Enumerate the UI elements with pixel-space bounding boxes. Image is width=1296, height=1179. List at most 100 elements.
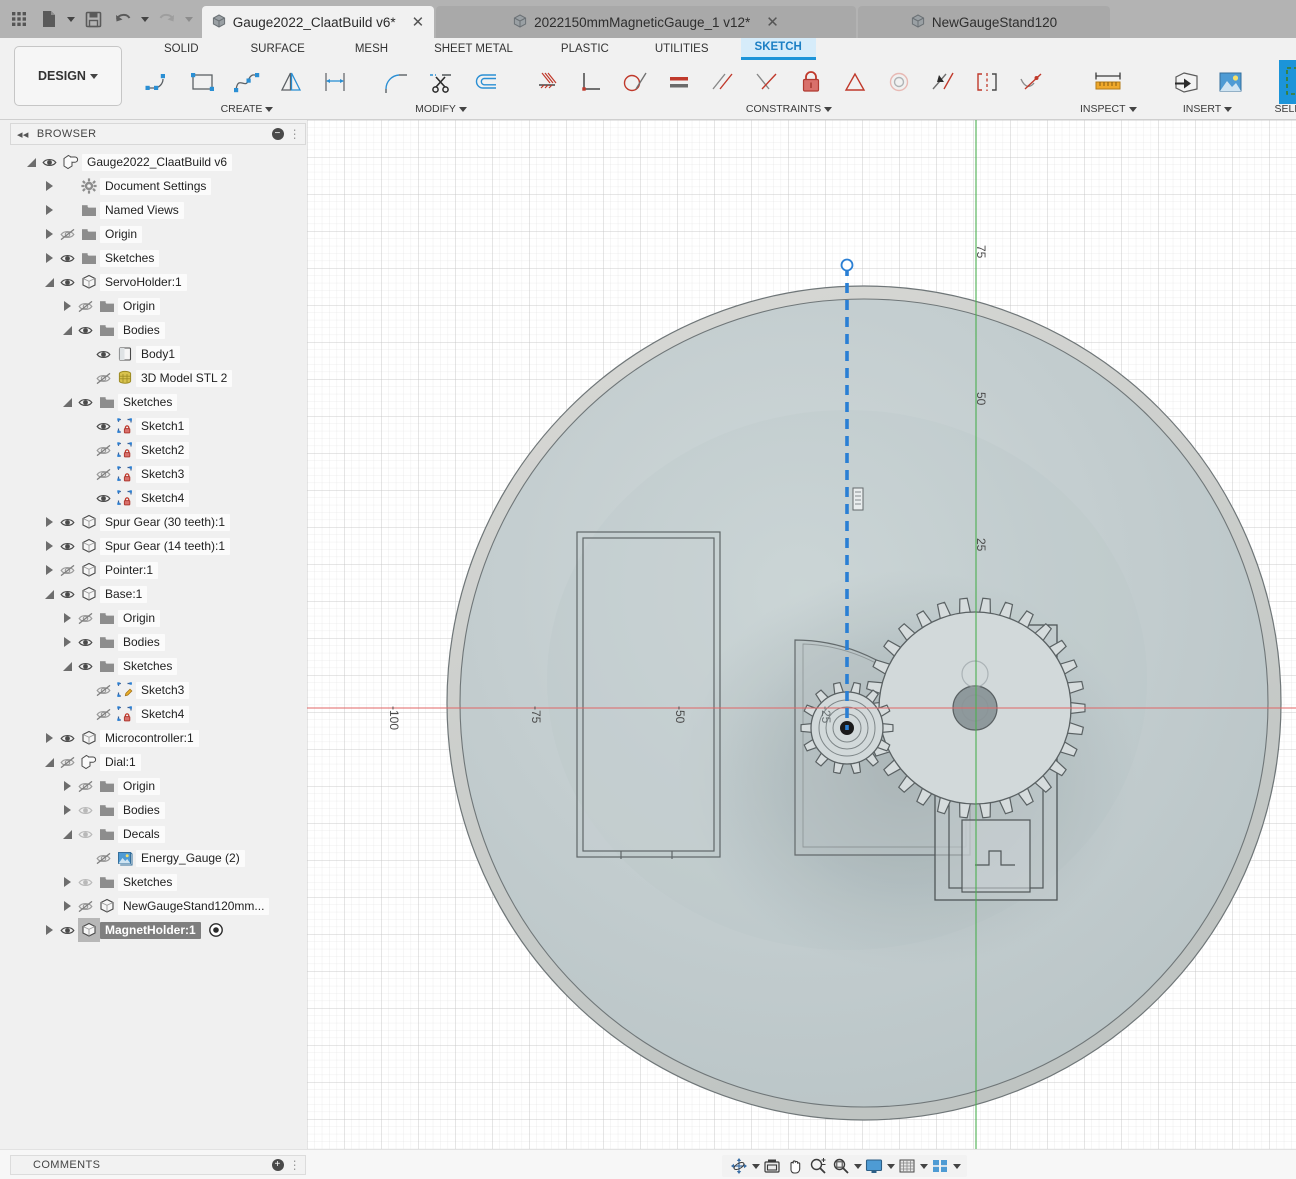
- tab-surface[interactable]: SURFACE: [237, 40, 319, 59]
- apps-grid-icon[interactable]: [6, 6, 32, 32]
- visibility-visible-icon[interactable]: [56, 510, 78, 534]
- expand-arrow-collapsed-icon[interactable]: [42, 510, 56, 534]
- fit-icon[interactable]: [830, 1156, 852, 1176]
- tree-node[interactable]: Bodies: [10, 798, 306, 822]
- visibility-visible-icon[interactable]: [74, 798, 96, 822]
- perpendicular-icon[interactable]: [570, 62, 612, 102]
- measure-ruler-icon[interactable]: [1087, 62, 1129, 102]
- expand-arrow-expanded-icon[interactable]: [42, 582, 56, 606]
- expand-arrow-expanded-icon[interactable]: [60, 318, 74, 342]
- tree-node[interactable]: Decals: [10, 822, 306, 846]
- tab-sheet-metal[interactable]: SHEET METAL: [420, 40, 527, 59]
- visibility-visible-icon[interactable]: [92, 342, 114, 366]
- concentric-icon[interactable]: [878, 62, 920, 102]
- tree-node[interactable]: Sketches: [10, 870, 306, 894]
- tree-node[interactable]: Sketch3: [10, 462, 306, 486]
- visibility-visible-icon[interactable]: [74, 870, 96, 894]
- panel-modify-label[interactable]: MODIFY: [415, 103, 467, 115]
- document-tab-1[interactable]: 2022150mmMagneticGauge_1 v12* ✕: [436, 6, 856, 38]
- tree-node[interactable]: ServoHolder:1: [10, 270, 306, 294]
- tree-node[interactable]: Microcontroller:1: [10, 726, 306, 750]
- expand-arrow-expanded-icon[interactable]: [60, 654, 74, 678]
- tab-plastic[interactable]: PLASTIC: [547, 40, 623, 59]
- panel-create-label[interactable]: CREATE: [221, 103, 274, 115]
- expand-arrow-collapsed-icon[interactable]: [60, 798, 74, 822]
- expand-arrow-collapsed-icon[interactable]: [42, 174, 56, 198]
- visibility-hidden-icon[interactable]: [74, 606, 96, 630]
- expand-arrow-collapsed-icon[interactable]: [42, 246, 56, 270]
- insert-image-icon[interactable]: [1209, 62, 1251, 102]
- expand-arrow-collapsed-icon[interactable]: [60, 870, 74, 894]
- visibility-hidden-icon[interactable]: [92, 702, 114, 726]
- expand-arrow-collapsed-icon[interactable]: [42, 918, 56, 942]
- zoom-icon[interactable]: [807, 1156, 829, 1176]
- tree-node[interactable]: Sketch1: [10, 414, 306, 438]
- fit-caret-icon[interactable]: [853, 1156, 862, 1176]
- dimension-icon[interactable]: [314, 62, 356, 102]
- panel-insert-label[interactable]: INSERT: [1183, 103, 1233, 115]
- resize-grip-icon[interactable]: ⋮: [289, 127, 301, 141]
- fillet-icon[interactable]: [376, 62, 418, 102]
- expand-arrow-expanded-icon[interactable]: [24, 150, 38, 174]
- visibility-visible-icon[interactable]: [56, 246, 78, 270]
- look-at-icon[interactable]: [761, 1156, 783, 1176]
- visibility-visible-icon[interactable]: [56, 918, 78, 942]
- tree-node[interactable]: Origin: [10, 294, 306, 318]
- close-icon[interactable]: ✕: [766, 15, 779, 30]
- visibility-hidden-icon[interactable]: [74, 294, 96, 318]
- tree-node[interactable]: Origin: [10, 606, 306, 630]
- grid-snaps-caret-icon[interactable]: [919, 1156, 928, 1176]
- collapse-left-icon[interactable]: ◂◂: [17, 128, 29, 141]
- visibility-hidden-icon[interactable]: [56, 558, 78, 582]
- visibility-hidden-icon[interactable]: [92, 678, 114, 702]
- document-tab-0[interactable]: Gauge2022_ClaatBuild v6* ✕: [202, 6, 434, 38]
- save-icon[interactable]: [80, 6, 106, 32]
- tree-node[interactable]: Origin: [10, 222, 306, 246]
- visibility-hidden-icon[interactable]: [74, 894, 96, 918]
- tab-solid[interactable]: SOLID: [150, 40, 213, 59]
- orbit-icon[interactable]: [728, 1156, 750, 1176]
- new-file-icon[interactable]: [36, 6, 62, 32]
- rectangle-icon[interactable]: [182, 62, 224, 102]
- expand-arrow-collapsed-icon[interactable]: [60, 774, 74, 798]
- expand-arrow-collapsed-icon[interactable]: [42, 726, 56, 750]
- panel-constraints-label[interactable]: CONSTRAINTS: [746, 103, 833, 115]
- close-icon[interactable]: ✕: [412, 15, 425, 30]
- select-window-icon[interactable]: [1279, 60, 1296, 104]
- expand-arrow-collapsed-icon[interactable]: [60, 894, 74, 918]
- display-settings-caret-icon[interactable]: [886, 1156, 895, 1176]
- tree-node[interactable]: Spur Gear (14 teeth):1: [10, 534, 306, 558]
- visibility-visible-icon[interactable]: [74, 822, 96, 846]
- tree-node[interactable]: Base:1: [10, 582, 306, 606]
- tree-node[interactable]: Named Views: [10, 198, 306, 222]
- tab-utilities[interactable]: UTILITIES: [641, 40, 723, 59]
- expand-arrow-expanded-icon[interactable]: [60, 390, 74, 414]
- spline-icon[interactable]: [226, 62, 268, 102]
- visibility-visible-icon[interactable]: [56, 534, 78, 558]
- visibility-visible-icon[interactable]: [56, 582, 78, 606]
- expand-arrow-expanded-icon[interactable]: [60, 822, 74, 846]
- visibility-hidden-icon[interactable]: [74, 774, 96, 798]
- expand-arrow-collapsed-icon[interactable]: [42, 534, 56, 558]
- mirror-icon[interactable]: [270, 62, 312, 102]
- tree-node[interactable]: Sketch4: [10, 486, 306, 510]
- undo-icon[interactable]: [110, 6, 136, 32]
- pan-hand-icon[interactable]: [784, 1156, 806, 1176]
- expand-arrow-collapsed-icon[interactable]: [42, 558, 56, 582]
- fix-lock-icon[interactable]: [790, 62, 832, 102]
- tree-node[interactable]: Bodies: [10, 318, 306, 342]
- panel-select-label[interactable]: SELECT: [1275, 103, 1296, 115]
- visibility-hidden-icon[interactable]: [92, 846, 114, 870]
- tree-node[interactable]: Sketch4: [10, 702, 306, 726]
- add-circle-icon[interactable]: +: [271, 1159, 284, 1171]
- visibility-visible-icon[interactable]: [74, 654, 96, 678]
- visibility-hidden-icon[interactable]: [56, 750, 78, 774]
- display-settings-icon[interactable]: [863, 1156, 885, 1176]
- parallel-icon[interactable]: [702, 62, 744, 102]
- document-tab-2[interactable]: NewGaugeStand120: [858, 6, 1110, 38]
- collinear-icon[interactable]: [746, 62, 788, 102]
- visibility-visible-icon[interactable]: [92, 414, 114, 438]
- expand-arrow-collapsed-icon[interactable]: [60, 630, 74, 654]
- viewports-caret-icon[interactable]: [952, 1156, 961, 1176]
- undo-caret-icon[interactable]: [140, 6, 150, 32]
